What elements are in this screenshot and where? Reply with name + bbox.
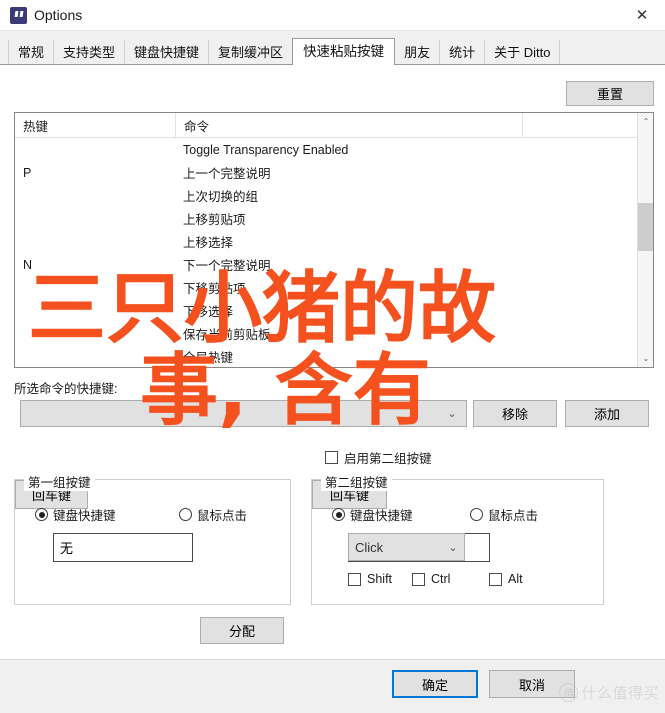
modifier-alt-checkbox[interactable]: Alt	[489, 572, 539, 586]
column-header-extra[interactable]	[522, 113, 653, 138]
scrollbar-thumb[interactable]	[638, 203, 653, 251]
shortcut-combo[interactable]: ⌄	[20, 400, 467, 427]
assign-button[interactable]: 分配	[200, 617, 284, 644]
tab-general[interactable]: 常规	[8, 40, 55, 65]
list-scrollbar[interactable]: ⌃ ⌄	[637, 113, 653, 367]
table-row[interactable]: N 下一个完整说明	[15, 253, 637, 276]
reset-button[interactable]: 重置	[566, 81, 654, 106]
group2-title: 第二组按键	[321, 472, 392, 491]
table-row[interactable]: 上移选择	[15, 230, 637, 253]
tab-supported-types[interactable]: 支持类型	[53, 40, 126, 65]
group2-radio-keyboard-label: 键盘快捷键	[350, 509, 413, 523]
cell-hotkey	[23, 322, 171, 345]
table-row[interactable]: Toggle Transparency Enabled	[15, 138, 637, 161]
modifier-alt-label: Alt	[508, 572, 523, 586]
radio-dot[interactable]	[35, 508, 48, 521]
checkbox-box[interactable]	[325, 451, 338, 464]
radio-dot[interactable]	[470, 508, 483, 521]
ditto-quote-icon	[10, 7, 27, 24]
close-icon[interactable]: ✕	[619, 0, 665, 31]
list-header: 热键 命令	[15, 113, 653, 138]
selected-command-shortcut-label: 所选命令的快捷键:	[14, 382, 118, 396]
cell-hotkey	[23, 299, 171, 322]
group1-radio-keyboard-label: 键盘快捷键	[53, 509, 116, 523]
table-row[interactable]: P 上一个完整说明	[15, 161, 637, 184]
group2-click-combo[interactable]: Click ⌄	[348, 533, 465, 561]
cell-command: 上移选择	[183, 236, 234, 250]
enable-second-group-label: 启用第二组按键	[344, 452, 432, 466]
options-dialog: Options ✕ 常规 支持类型 键盘快捷键 复制缓冲区 快速粘贴按键 朋友 …	[0, 0, 665, 713]
group2-radio-mouse-label: 鼠标点击	[488, 509, 539, 523]
hotkey-list[interactable]: 热键 命令 Toggle Transparency Enabled P 上一个完…	[14, 112, 654, 368]
group2-combo-value[interactable]: Click	[349, 540, 442, 555]
window-title: Options	[34, 7, 83, 23]
cell-hotkey	[23, 138, 171, 161]
title-bar: Options ✕	[0, 0, 665, 31]
group1-radio-mouse-label: 鼠标点击	[197, 509, 248, 523]
cancel-button[interactable]: 取消	[489, 670, 575, 698]
cell-hotkey	[23, 276, 171, 299]
table-row[interactable]: 保存当前剪贴板	[15, 322, 637, 345]
cell-hotkey: N	[23, 257, 33, 272]
remove-button[interactable]: 移除	[473, 400, 557, 427]
group1-radio-mouse[interactable]: 鼠标点击	[179, 505, 247, 524]
scroll-up-icon[interactable]: ⌃	[638, 113, 653, 130]
group1-key-input[interactable]: 无	[53, 533, 193, 562]
cell-hotkey	[23, 230, 171, 253]
scroll-down-icon[interactable]: ⌄	[638, 350, 653, 367]
modifier-shift-checkbox[interactable]: Shift	[348, 572, 412, 586]
tab-statistics[interactable]: 统计	[439, 40, 486, 65]
table-row[interactable]: 全局热键	[15, 345, 637, 367]
table-row[interactable]: 上移剪贴项	[15, 207, 637, 230]
tab-quick-paste-keys[interactable]: 快速粘贴按键	[292, 38, 396, 65]
modifier-ctrl-checkbox[interactable]: Ctrl	[412, 572, 489, 586]
cell-command: 下移选择	[183, 305, 234, 319]
tab-about-ditto[interactable]: 关于 Ditto	[484, 40, 561, 65]
group-second-key-set: 第二组按键 键盘快捷键 鼠标点击 Click ⌄ 回车键 Shift Ctrl	[311, 472, 604, 605]
cell-command: 上移剪贴项	[183, 213, 246, 227]
modifier-shift-label: Shift	[367, 572, 393, 586]
chevron-down-icon[interactable]: ⌄	[438, 401, 466, 426]
column-header-command[interactable]: 命令	[175, 113, 522, 138]
tab-strip: 常规 支持类型 键盘快捷键 复制缓冲区 快速粘贴按键 朋友 统计 关于 Ditt…	[0, 31, 665, 65]
group2-modifiers: Shift Ctrl Alt	[348, 572, 539, 586]
group2-radio-mouse[interactable]: 鼠标点击	[470, 505, 538, 524]
chevron-down-icon[interactable]: ⌄	[442, 541, 464, 554]
list-body: Toggle Transparency Enabled P 上一个完整说明 上次…	[15, 138, 637, 367]
cell-command: 下移剪贴项	[183, 282, 246, 296]
tab-copy-buffers[interactable]: 复制缓冲区	[208, 40, 294, 65]
cell-hotkey	[23, 345, 171, 367]
group1-radio-keyboard[interactable]: 键盘快捷键	[35, 505, 116, 524]
radio-dot[interactable]	[332, 508, 345, 521]
cell-command: 上次切换的组	[183, 190, 259, 204]
cell-hotkey: P	[23, 165, 32, 180]
cell-command: Toggle Transparency Enabled	[183, 142, 349, 157]
cell-command: 全局热键	[183, 351, 234, 365]
table-row[interactable]: 上次切换的组	[15, 184, 637, 207]
tab-keyboard-shortcuts[interactable]: 键盘快捷键	[124, 40, 210, 65]
tab-friends[interactable]: 朋友	[394, 40, 441, 65]
group1-title: 第一组按键	[24, 472, 95, 491]
group2-radio-keyboard[interactable]: 键盘快捷键	[332, 505, 413, 524]
cell-hotkey	[23, 207, 171, 230]
cell-hotkey	[23, 184, 171, 207]
group-first-key-set: 第一组按键 键盘快捷键 鼠标点击 无 回车键	[14, 472, 291, 605]
shortcut-input[interactable]	[21, 401, 438, 426]
ok-button[interactable]: 确定	[392, 670, 478, 698]
cell-command: 下一个完整说明	[183, 259, 271, 273]
add-button[interactable]: 添加	[565, 400, 649, 427]
checkbox-box[interactable]	[348, 572, 361, 586]
checkbox-box[interactable]	[412, 572, 425, 586]
cell-command: 保存当前剪贴板	[183, 328, 271, 342]
modifier-ctrl-label: Ctrl	[431, 572, 451, 586]
checkbox-box[interactable]	[489, 572, 502, 586]
table-row[interactable]: 下移选择	[15, 299, 637, 322]
column-header-hotkey[interactable]: 热键	[15, 113, 175, 138]
table-row[interactable]: 下移剪贴项	[15, 276, 637, 299]
cell-command: 上一个完整说明	[183, 167, 271, 181]
enable-second-group-checkbox[interactable]: 启用第二组按键	[325, 448, 432, 467]
radio-dot[interactable]	[179, 508, 192, 521]
